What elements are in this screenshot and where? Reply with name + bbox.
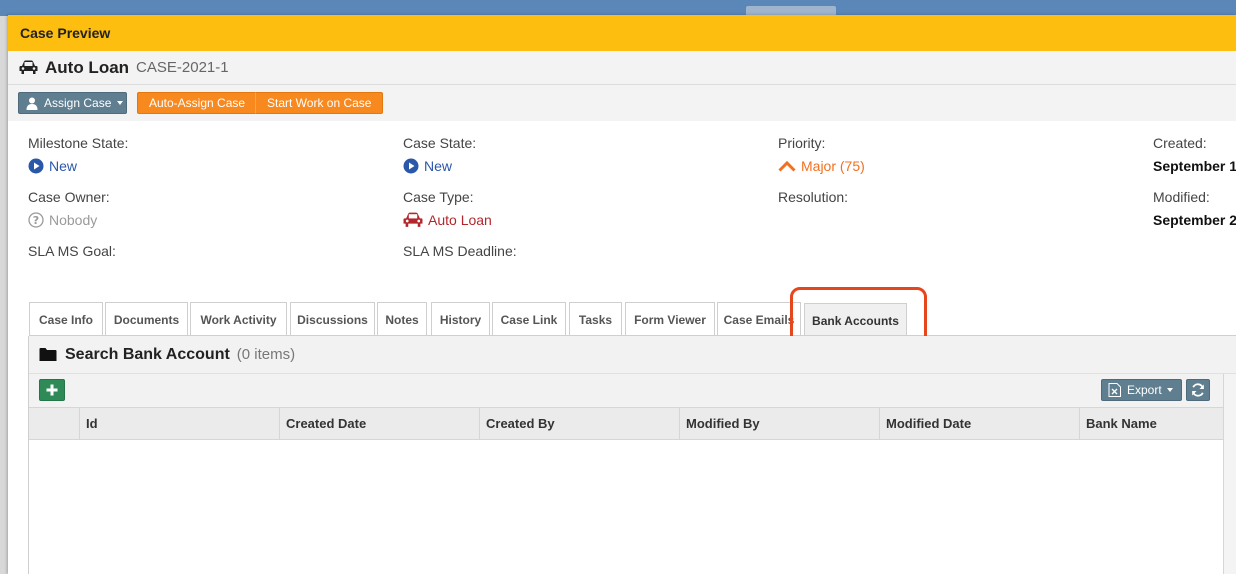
item-count: (0 items) — [236, 346, 296, 363]
case-state-text: New — [424, 158, 453, 174]
column-header-bank-name[interactable]: Bank Name — [1079, 408, 1223, 439]
tab-notes[interactable]: Notes — [377, 302, 427, 336]
case-state-value[interactable]: New — [403, 158, 452, 174]
modified-label: Modified: — [1153, 189, 1210, 205]
question-circle-icon: ? — [28, 212, 44, 228]
tab-case-link[interactable]: Case Link — [492, 302, 566, 336]
case-owner-text: Nobody — [49, 212, 98, 228]
case-owner-label: Case Owner: — [28, 189, 110, 205]
priority-text: Major (75) — [801, 158, 865, 174]
created-label: Created: — [1153, 135, 1207, 151]
chevron-down-icon — [117, 101, 124, 105]
tab-work-activity[interactable]: Work Activity — [190, 302, 287, 336]
case-name: Auto Loan — [45, 57, 130, 77]
tab-tasks[interactable]: Tasks — [569, 302, 622, 336]
chevron-up-icon — [778, 160, 796, 172]
tab-form-viewer[interactable]: Form Viewer — [625, 302, 715, 336]
priority-label: Priority: — [778, 135, 826, 151]
play-circle-icon — [28, 158, 44, 174]
panel-title: Search Bank Account — [65, 345, 230, 363]
export-label: Export — [1127, 383, 1162, 397]
car-icon — [19, 60, 38, 74]
sla-ms-deadline-label: SLA MS Deadline: — [403, 243, 517, 259]
plus-icon — [46, 384, 58, 396]
case-type-text: Auto Loan — [428, 212, 492, 228]
excel-icon — [1108, 383, 1121, 397]
column-header-modified-by[interactable]: Modified By — [679, 408, 879, 439]
sla-ms-goal-label: SLA MS Goal: — [28, 243, 116, 259]
milestone-state-text: New — [49, 158, 78, 174]
start-work-button[interactable]: Start Work on Case — [255, 92, 384, 114]
refresh-icon — [1192, 383, 1204, 397]
assign-case-button[interactable]: Assign Case — [18, 92, 127, 114]
resolution-label: Resolution: — [778, 189, 849, 205]
tab-case-info[interactable]: Case Info — [29, 302, 103, 336]
modal-title: Case Preview — [8, 15, 1236, 51]
grid-body — [29, 440, 1223, 574]
bank-account-panel: Search Bank Account (0 items) Export Id … — [28, 336, 1236, 574]
grid-toolbar: Export — [29, 374, 1236, 407]
modified-value: September 2 — [1153, 212, 1236, 228]
tab-case-emails[interactable]: Case Emails — [717, 302, 801, 336]
column-header-created-by[interactable]: Created By — [479, 408, 679, 439]
auto-assign-case-button[interactable]: Auto-Assign Case — [137, 92, 258, 114]
column-header-created-date[interactable]: Created Date — [279, 408, 479, 439]
milestone-state-label: Milestone State: — [28, 135, 129, 151]
tab-discussions[interactable]: Discussions — [290, 302, 375, 336]
case-preview-modal: Case Preview Auto Loan CASE-2021-1 Assig… — [8, 15, 1236, 574]
export-button[interactable]: Export — [1101, 379, 1182, 401]
column-header-modified-date[interactable]: Modified Date — [879, 408, 1079, 439]
tab-documents[interactable]: Documents — [105, 302, 188, 336]
case-title-bar: Auto Loan CASE-2021-1 — [8, 51, 1236, 85]
add-button[interactable] — [39, 379, 65, 401]
vertical-scrollbar[interactable] — [1223, 374, 1236, 574]
background-header — [0, 0, 1236, 16]
refresh-button[interactable] — [1186, 379, 1210, 401]
column-header-id[interactable]: Id — [79, 408, 279, 439]
case-type-label: Case Type: — [403, 189, 474, 205]
action-bar: Assign Case Auto-Assign Case Start Work … — [8, 85, 1236, 121]
case-id: CASE-2021-1 — [136, 59, 229, 76]
case-type-value[interactable]: Auto Loan — [403, 212, 492, 228]
priority-value: Major (75) — [778, 158, 865, 174]
grid-header: Id Created Date Created By Modified By M… — [29, 407, 1223, 440]
created-value: September 1 — [1153, 158, 1236, 174]
chevron-down-icon — [1166, 388, 1173, 392]
user-icon — [26, 97, 38, 110]
case-owner-value: ? Nobody — [28, 212, 97, 228]
tab-history[interactable]: History — [431, 302, 490, 336]
car-icon — [403, 212, 423, 227]
assign-case-label: Assign Case — [44, 96, 112, 110]
case-fields: Milestone State: New Case Owner: ? Nobod… — [8, 121, 1236, 301]
folder-icon — [39, 348, 57, 361]
milestone-state-value[interactable]: New — [28, 158, 77, 174]
svg-text:?: ? — [33, 214, 39, 227]
play-circle-icon — [403, 158, 419, 174]
background-sidebar — [0, 16, 8, 574]
case-state-label: Case State: — [403, 135, 477, 151]
panel-header: Search Bank Account (0 items) — [29, 336, 1236, 374]
